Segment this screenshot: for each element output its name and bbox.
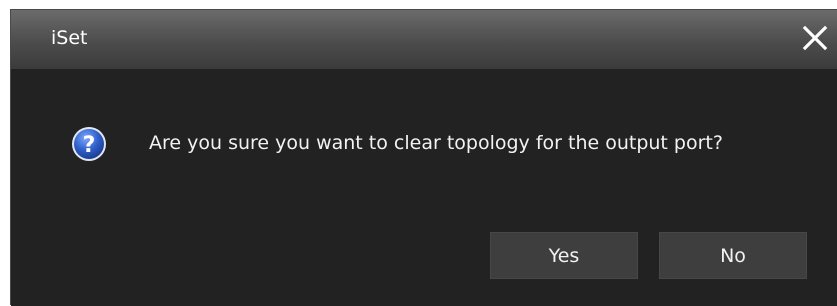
close-icon: [802, 25, 828, 51]
window-title: iSet: [51, 27, 88, 49]
confirm-message: Are you sure you want to clear topology …: [149, 132, 723, 154]
confirm-dialog: iSet ? Are you sure you want to clear to…: [10, 9, 837, 306]
svg-text:?: ?: [83, 133, 96, 158]
dialog-body: ? Are you sure you want to clear topolog…: [11, 69, 837, 306]
yes-button[interactable]: Yes: [490, 232, 638, 279]
title-bar[interactable]: iSet: [11, 10, 837, 69]
no-button[interactable]: No: [659, 232, 807, 279]
question-icon: ?: [72, 127, 106, 161]
close-button[interactable]: [797, 20, 833, 56]
